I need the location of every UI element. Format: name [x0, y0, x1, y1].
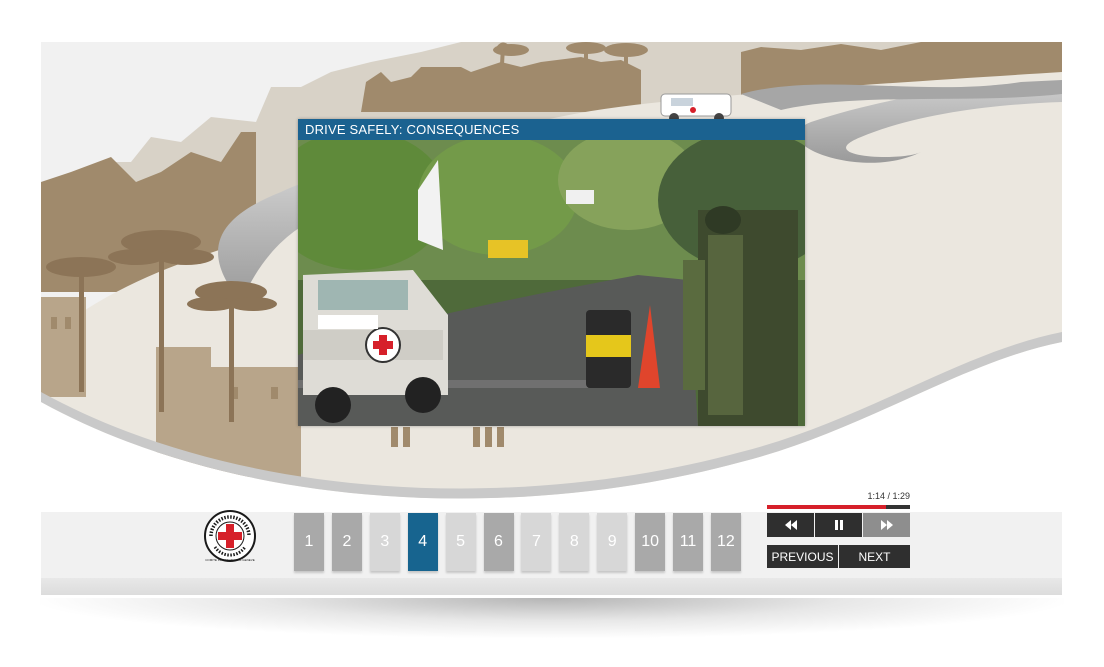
next-button[interactable]: NEXT: [839, 545, 910, 568]
logo-text: COMITE INTERNATIONAL GENEVE: [205, 558, 255, 562]
video-player[interactable]: DRIVE SAFELY: CONSEQUENCES: [298, 119, 805, 426]
chapter-button-12[interactable]: 12: [710, 513, 741, 571]
chapter-button-4[interactable]: 4: [407, 513, 438, 571]
pause-button[interactable]: [815, 513, 862, 537]
chapter-button-6[interactable]: 6: [483, 513, 514, 571]
chapter-button-5[interactable]: 5: [445, 513, 476, 571]
progress-bar[interactable]: [767, 505, 910, 509]
chapter-button-11[interactable]: 11: [673, 513, 703, 571]
chapter-button-9[interactable]: 9: [597, 513, 628, 571]
chapter-button-7[interactable]: 7: [521, 513, 552, 571]
progress-fill: [767, 505, 886, 509]
previous-button[interactable]: PREVIOUS: [767, 545, 838, 568]
chapter-button-8[interactable]: 8: [559, 513, 590, 571]
fast-forward-icon: [880, 520, 893, 530]
chapter-button-3[interactable]: 3: [369, 513, 400, 571]
rewind-icon: [784, 520, 797, 530]
red-cross-logo: COMITE INTERNATIONAL GENEVE: [204, 510, 256, 562]
rewind-button[interactable]: [767, 513, 814, 537]
time-readout: 1:14 / 1:29: [867, 491, 910, 501]
navigation-buttons: PREVIOUS NEXT: [767, 545, 910, 568]
fast-forward-button[interactable]: [863, 513, 910, 537]
video-frame[interactable]: [298, 140, 805, 426]
chapter-button-2[interactable]: 2: [331, 513, 362, 571]
video-title: DRIVE SAFELY: CONSEQUENCES: [298, 119, 805, 140]
playback-controls: [767, 513, 910, 537]
pause-icon: [834, 520, 843, 530]
chapter-button-10[interactable]: 10: [635, 513, 666, 571]
chapter-button-1[interactable]: 1: [294, 513, 324, 571]
stage-bottom-band: [41, 578, 1062, 595]
floor-shadow: [40, 598, 1064, 638]
